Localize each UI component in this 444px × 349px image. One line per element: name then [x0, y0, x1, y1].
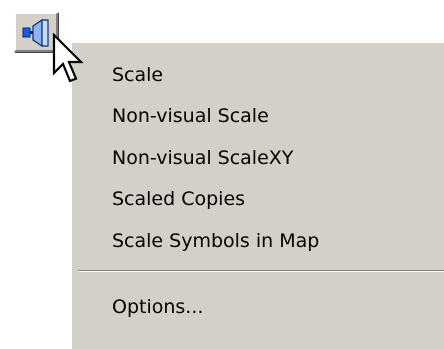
- menu-item-scaled-copies[interactable]: Scaled Copies: [72, 181, 444, 217]
- menu-item-scale[interactable]: Scale: [72, 57, 444, 93]
- menu-item-scale-symbols-in-map[interactable]: Scale Symbols in Map: [72, 223, 444, 259]
- menu-item-non-visual-scalexy[interactable]: Non-visual ScaleXY: [72, 140, 444, 176]
- scale-tool-icon: [22, 18, 49, 48]
- menu-item-options[interactable]: Options...: [72, 289, 444, 325]
- menu-item-non-visual-scale[interactable]: Non-visual Scale: [72, 98, 444, 134]
- mouse-pointer-icon: [52, 33, 84, 83]
- scale-popup-menu: Scale Non-visual Scale Non-visual ScaleX…: [70, 41, 444, 349]
- menu-separator: [78, 270, 444, 272]
